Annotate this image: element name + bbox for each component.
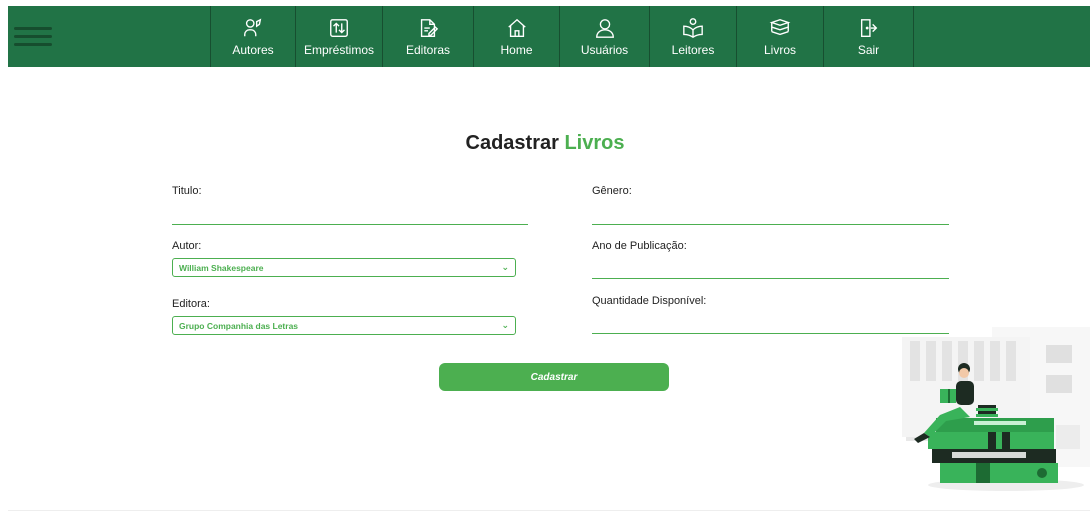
nav-item-sair[interactable]: Sair bbox=[824, 6, 914, 67]
titulo-label: Titulo: bbox=[172, 185, 202, 197]
logout-icon bbox=[858, 17, 880, 39]
home-icon bbox=[506, 17, 528, 39]
books-icon bbox=[769, 17, 791, 39]
chevron-down-icon: ⌄ bbox=[501, 320, 509, 330]
nav-items: Autores Empréstimos Editoras Home Usuári… bbox=[210, 6, 914, 67]
nav-item-label: Livros bbox=[763, 42, 796, 57]
nav-item-autores[interactable]: Autores bbox=[210, 6, 296, 67]
footer-divider bbox=[8, 510, 1090, 511]
editora-label: Editora: bbox=[172, 298, 210, 310]
nav-item-label: Autores bbox=[232, 42, 274, 57]
nav-item-label: Empréstimos bbox=[303, 42, 374, 57]
editora-select[interactable]: Grupo Companhia das Letras ⌄ bbox=[172, 316, 516, 335]
hamburger-menu-icon[interactable] bbox=[14, 27, 52, 49]
nav-item-label: Home bbox=[500, 42, 533, 57]
nav-item-label: Leitores bbox=[671, 42, 715, 57]
nav-item-emprestimos[interactable]: Empréstimos bbox=[296, 6, 383, 67]
ano-label: Ano de Publicação: bbox=[592, 240, 687, 252]
chevron-down-icon: ⌄ bbox=[501, 262, 509, 272]
autor-label: Autor: bbox=[172, 240, 202, 252]
autor-selected-value: William Shakespeare bbox=[179, 262, 264, 273]
readers-icon bbox=[682, 17, 704, 39]
loans-icon bbox=[328, 17, 350, 39]
nav-item-leitores[interactable]: Leitores bbox=[650, 6, 737, 67]
nav-item-label: Editoras bbox=[405, 42, 451, 57]
editora-selected-value: Grupo Companhia das Letras bbox=[179, 320, 299, 331]
page-title-part2: Livros bbox=[564, 132, 625, 154]
genero-label: Gênero: bbox=[592, 185, 632, 197]
page-title-part1: Cadastrar bbox=[465, 132, 559, 154]
top-navbar: Autores Empréstimos Editoras Home Usuári… bbox=[8, 6, 1090, 67]
publishers-icon bbox=[417, 17, 439, 39]
genero-input[interactable] bbox=[592, 202, 949, 225]
nav-item-usuarios[interactable]: Usuários bbox=[560, 6, 650, 67]
cadastrar-button[interactable]: Cadastrar bbox=[439, 363, 669, 391]
authors-icon bbox=[242, 17, 264, 39]
autor-select[interactable]: William Shakespeare ⌄ bbox=[172, 258, 516, 277]
nav-item-livros[interactable]: Livros bbox=[737, 6, 824, 67]
nav-item-label: Usuários bbox=[580, 42, 629, 57]
nav-item-home[interactable]: Home bbox=[474, 6, 560, 67]
page-title: Cadastrar Livros bbox=[0, 132, 1090, 155]
quantidade-label: Quantidade Disponível: bbox=[592, 295, 707, 307]
user-icon bbox=[594, 17, 616, 39]
nav-item-label: Sair bbox=[857, 42, 880, 57]
nav-item-editoras[interactable]: Editoras bbox=[383, 6, 474, 67]
titulo-input[interactable] bbox=[172, 202, 528, 225]
ano-publicacao-input[interactable] bbox=[592, 256, 949, 279]
reader-books-illustration bbox=[902, 327, 1090, 491]
